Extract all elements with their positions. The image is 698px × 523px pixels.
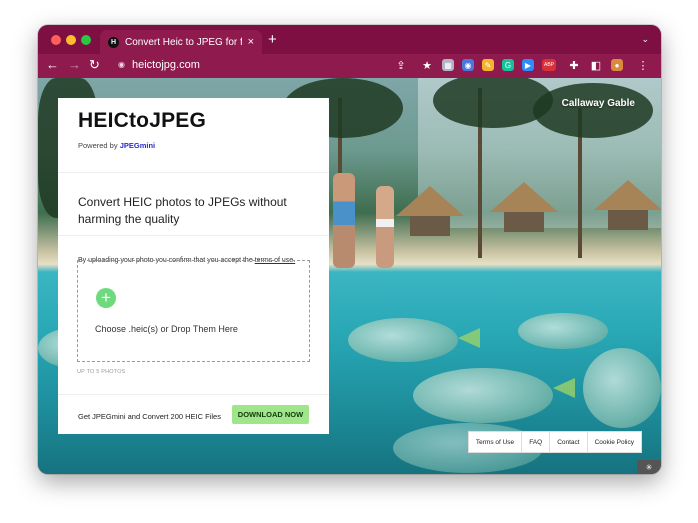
tab-search-icon[interactable]: ⌄: [641, 34, 649, 45]
site-favicon-icon: H: [108, 36, 119, 48]
menu-dots-icon[interactable]: ⋮: [637, 59, 649, 72]
adblock-icon[interactable]: ABP: [542, 59, 556, 71]
promo-text: Get JPEGmini and Convert 200 HEIC Files: [78, 412, 221, 421]
upload-dropzone[interactable]: + Choose .heic(s) or Drop Them Here: [77, 260, 310, 362]
extensions-puzzle-icon[interactable]: ✚: [568, 59, 580, 72]
card-header: HEICtoJPEG Powered by JPEGmini: [58, 98, 329, 173]
converter-card: HEICtoJPEG Powered by JPEGmini Convert H…: [58, 98, 329, 434]
dropzone-label[interactable]: Choose .heic(s) or Drop Them Here: [95, 324, 238, 334]
grammarly-icon[interactable]: G: [502, 59, 514, 71]
footer-link-terms[interactable]: Terms of Use: [469, 432, 521, 452]
photo-credit: Callaway Gable: [561, 98, 635, 109]
powered-by: Powered by JPEGmini: [78, 141, 309, 150]
maximize-window-button[interactable]: [81, 35, 91, 45]
jpegmini-link[interactable]: JPEGmini: [120, 141, 155, 150]
tab-strip: H Convert Heic to JPEG for free | × + ⌄: [38, 25, 661, 54]
new-tab-button[interactable]: +: [268, 32, 277, 47]
footer-link-cookie-policy[interactable]: Cookie Policy: [586, 432, 641, 452]
tab-close-icon[interactable]: ×: [248, 36, 254, 48]
extension-globe-icon[interactable]: ◉: [462, 59, 474, 71]
back-button[interactable]: ←: [46, 57, 59, 73]
page-viewport: Callaway Gable HEICtoJPEG Powered by JPE…: [38, 78, 661, 474]
bookmark-star-icon[interactable]: ★: [421, 59, 433, 72]
add-files-button[interactable]: +: [96, 288, 116, 308]
profile-avatar-icon[interactable]: ●: [611, 59, 623, 71]
extension-grid-icon[interactable]: ▦: [442, 59, 454, 71]
close-window-button[interactable]: [51, 35, 61, 45]
reload-button[interactable]: ↻: [89, 57, 100, 73]
footer-links: Terms of Use FAQ Contact Cookie Policy: [467, 431, 642, 453]
sidebar-icon[interactable]: ◧: [590, 59, 602, 72]
lock-icon[interactable]: ◉: [118, 60, 125, 69]
footer-link-faq[interactable]: FAQ: [521, 432, 549, 452]
share-icon[interactable]: ⇪: [395, 59, 407, 72]
tagline: Convert HEIC photos to JPEGs without har…: [58, 173, 329, 236]
browser-toolbar: ← → ↻ ◉ heictojpg.com ⇪ ★ ▦ ◉ ✎ G ▶ ABP ✚ ◧ ● ⋮: [38, 54, 661, 78]
extension-pen-icon[interactable]: ✎: [482, 59, 494, 71]
zoom-icon[interactable]: ▶: [522, 59, 534, 71]
powered-by-label: Powered by: [78, 141, 118, 150]
forward-button[interactable]: →: [68, 57, 81, 73]
footer-link-contact[interactable]: Contact: [549, 432, 586, 452]
card-footer: Get JPEGmini and Convert 200 HEIC Files …: [58, 394, 329, 434]
site-logo[interactable]: HEICtoJPEG: [78, 109, 309, 133]
download-now-button[interactable]: DOWNLOAD NOW: [232, 405, 309, 424]
active-tab[interactable]: H Convert Heic to JPEG for free | ×: [100, 30, 262, 54]
minimize-window-button[interactable]: [66, 35, 76, 45]
upload-limit-note: UP TO 5 PHOTOS: [77, 369, 126, 375]
tab-title: Convert Heic to JPEG for free |: [125, 36, 242, 48]
address-bar[interactable]: heictojpg.com: [132, 59, 200, 71]
settings-sparkle-icon[interactable]: ✳: [637, 460, 661, 474]
browser-window: H Convert Heic to JPEG for free | × + ⌄ …: [38, 25, 661, 474]
